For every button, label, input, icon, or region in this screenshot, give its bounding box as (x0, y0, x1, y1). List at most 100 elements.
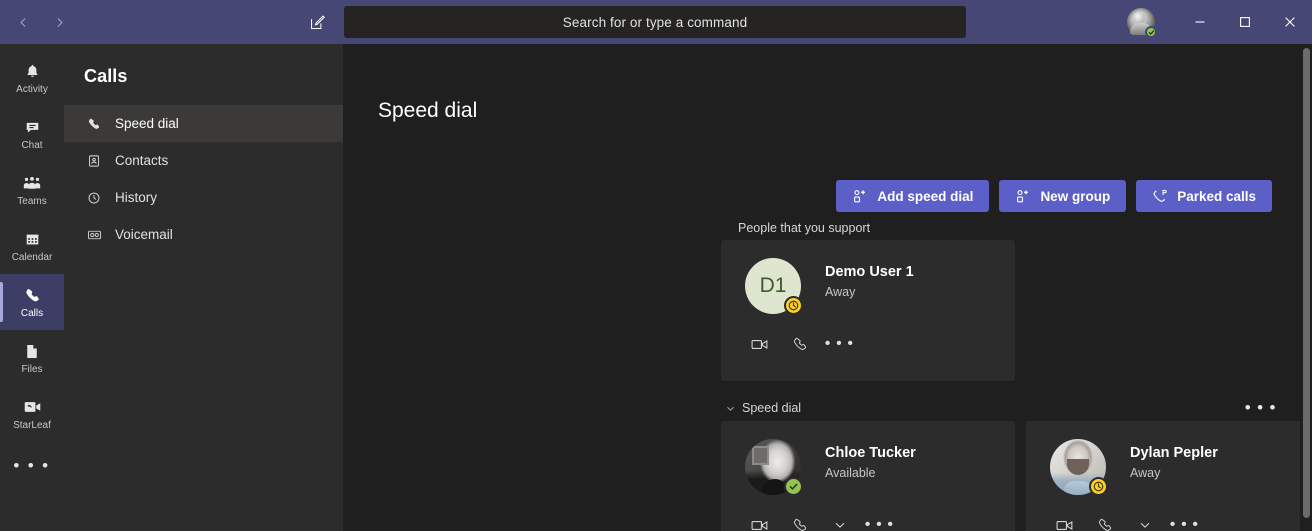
presence-badge-available (784, 477, 803, 496)
sidebar-label: Calls (20, 308, 44, 319)
presence-badge-available (1145, 26, 1157, 38)
audio-call-icon[interactable] (780, 330, 820, 358)
add-speed-dial-button[interactable]: Add speed dial (836, 180, 990, 212)
voicemail-icon (86, 227, 102, 243)
panel-item-label: Contacts (115, 153, 169, 168)
card-header: Chloe Tucker Available (721, 421, 1015, 496)
sidebar-label: Chat (21, 140, 43, 151)
vertical-scrollbar[interactable] (1300, 44, 1312, 531)
phone-icon (86, 116, 102, 132)
clock-icon (86, 190, 102, 206)
calendar-icon (24, 229, 41, 249)
sidebar-label: Files (21, 364, 43, 375)
sidebar-item-activity[interactable]: Activity (0, 50, 64, 106)
card-actions: • • • (1026, 511, 1312, 531)
parked-calls-button[interactable]: Parked calls (1136, 180, 1272, 212)
card-meta: Demo User 1 Away (801, 258, 914, 299)
video-call-icon[interactable] (740, 511, 780, 531)
presence-badge-away (784, 296, 803, 315)
minimize-button[interactable] (1177, 0, 1222, 44)
button-label: New group (1040, 188, 1111, 204)
panel-item-history[interactable]: History (64, 179, 343, 216)
rail-more-apps-button[interactable]: • • • (0, 442, 64, 488)
sidebar-label: Teams (17, 196, 47, 207)
file-icon (24, 341, 40, 361)
contact-name: Chloe Tucker (825, 445, 916, 461)
avatar (745, 439, 803, 496)
contact-card-dylan-pepler[interactable]: Dylan Pepler Away • • • (1026, 421, 1312, 531)
app-rail: Activity Chat Teams Calendar Calls Files… (0, 44, 64, 531)
calls-panel: Calls Speed dial Contacts History Voicem… (64, 44, 344, 531)
video-call-icon[interactable] (1045, 511, 1085, 531)
contact-status: Available (825, 466, 876, 480)
add-person-icon (852, 189, 868, 204)
sidebar-label: StarLeaf (13, 420, 51, 431)
more-options-icon[interactable]: • • • (1165, 511, 1205, 531)
page-title: Speed dial (378, 99, 478, 122)
search-bar[interactable]: Search for or type a command (344, 6, 966, 38)
contact-name: Demo User 1 (825, 264, 914, 280)
card-header: D1 Demo User 1 Away (721, 240, 1015, 315)
teams-people-icon (23, 173, 41, 193)
panel-item-contacts[interactable]: Contacts (64, 142, 343, 179)
new-group-button[interactable]: New group (999, 180, 1127, 212)
avatar: D1 (745, 258, 803, 315)
chevron-down-icon[interactable] (820, 511, 860, 531)
scrollbar-thumb[interactable] (1303, 48, 1310, 518)
button-label: Parked calls (1177, 188, 1256, 204)
compose-new-chat-icon[interactable] (303, 8, 331, 36)
title-bar: Search for or type a command (0, 0, 1312, 44)
navigation-arrows (8, 7, 74, 37)
app-body: Activity Chat Teams Calendar Calls Files… (0, 44, 1312, 531)
window-controls-group (1127, 0, 1312, 44)
avatar (1050, 439, 1108, 496)
add-group-icon (1015, 189, 1031, 204)
contact-name: Dylan Pepler (1130, 445, 1218, 461)
contact-card-demo-user-1[interactable]: D1 Demo User 1 Away • • • (721, 240, 1015, 381)
sidebar-item-calls[interactable]: Calls (0, 274, 64, 330)
contacts-book-icon (86, 153, 102, 169)
back-button[interactable] (8, 7, 38, 37)
sidebar-item-calendar[interactable]: Calendar (0, 218, 64, 274)
contact-card-chloe-tucker[interactable]: Chloe Tucker Available • • • (721, 421, 1015, 531)
panel-item-voicemail[interactable]: Voicemail (64, 216, 343, 253)
chat-bubble-icon (24, 117, 41, 137)
panel-item-speed-dial[interactable]: Speed dial (64, 105, 343, 142)
phone-icon (24, 285, 41, 305)
sidebar-label: Activity (16, 84, 48, 95)
forward-button[interactable] (44, 7, 74, 37)
audio-call-icon[interactable] (1085, 511, 1125, 531)
parked-call-icon (1152, 189, 1168, 204)
contact-status: Away (1130, 466, 1161, 480)
card-actions: • • • (721, 511, 1015, 531)
contact-status: Away (825, 285, 856, 299)
maximize-button[interactable] (1222, 0, 1267, 44)
sidebar-item-teams[interactable]: Teams (0, 162, 64, 218)
search-placeholder: Search for or type a command (562, 14, 748, 30)
starleaf-video-icon (23, 397, 42, 417)
speed-dial-more-options-icon[interactable]: • • • (1245, 399, 1278, 417)
panel-item-label: Speed dial (115, 116, 179, 131)
main-content: Speed dial Add speed dial New group Park… (344, 44, 1312, 531)
chevron-down-icon[interactable] (1125, 511, 1165, 531)
card-meta: Dylan Pepler Away (1106, 439, 1218, 480)
panel-item-label: History (115, 190, 158, 205)
bell-icon (24, 61, 41, 81)
audio-call-icon[interactable] (780, 511, 820, 531)
card-meta: Chloe Tucker Available (801, 439, 916, 480)
sidebar-item-starleaf[interactable]: StarLeaf (0, 386, 64, 442)
panel-item-label: Voicemail (115, 227, 173, 242)
video-call-icon[interactable] (740, 330, 780, 358)
sidebar-item-chat[interactable]: Chat (0, 106, 64, 162)
speed-dial-section-header[interactable]: Speed dial (726, 401, 801, 415)
user-avatar[interactable] (1127, 8, 1157, 38)
sidebar-label: Calendar (11, 252, 53, 263)
presence-badge-away (1089, 477, 1108, 496)
more-options-icon[interactable]: • • • (820, 330, 860, 358)
support-section-label: People that you support (738, 221, 871, 235)
sidebar-item-files[interactable]: Files (0, 330, 64, 386)
panel-title: Calls (84, 66, 128, 86)
more-options-icon[interactable]: • • • (860, 511, 900, 531)
close-button[interactable] (1267, 0, 1312, 44)
teams-window: Search for or type a command Activity Ch… (0, 0, 1312, 531)
